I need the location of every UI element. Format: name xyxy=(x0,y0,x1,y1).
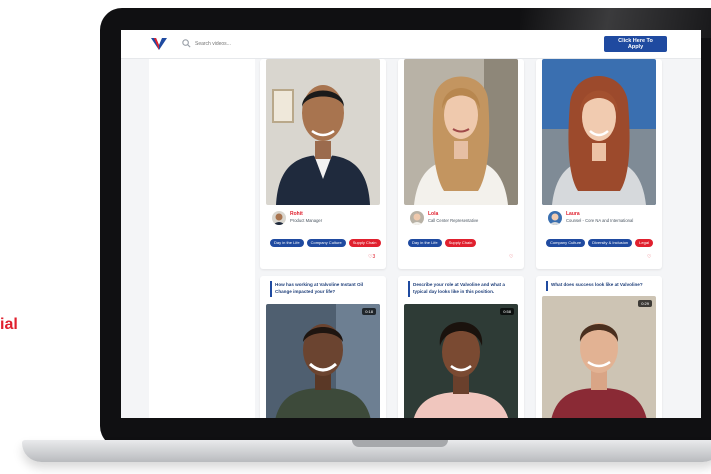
top-bar: Click Here To Apply xyxy=(121,30,701,59)
question-card[interactable]: What does success look like at Valvoline… xyxy=(536,276,662,418)
tag-list: Day in the Life Company Culture Supply C… xyxy=(270,239,381,247)
video-duration: 0:18 xyxy=(362,308,376,315)
tag-list: Company Culture Diversity & Inclusion Le… xyxy=(546,239,653,247)
question-accent xyxy=(408,281,410,297)
person-title: Product Manager xyxy=(290,218,323,223)
profile-card[interactable]: Rohit Product Manager Day in the Life Co… xyxy=(260,59,386,269)
search-input[interactable] xyxy=(195,38,315,50)
video-duration: 0:29 xyxy=(638,300,652,307)
laptop-base xyxy=(22,440,711,462)
tag[interactable]: Day in the Life xyxy=(408,239,442,247)
question-card[interactable]: Describe your role at Valvoline and what… xyxy=(398,276,524,418)
heart-icon[interactable]: ♡ xyxy=(647,254,651,260)
profile-card[interactable]: Laura Counsel - Core NA and Internationa… xyxy=(536,59,662,269)
search-icon xyxy=(182,39,191,48)
tag[interactable]: Company Culture xyxy=(546,239,586,247)
valvoline-logo[interactable] xyxy=(151,38,167,50)
tag[interactable]: Diversity & Inclusion xyxy=(588,239,633,247)
tag[interactable]: Supply Chain xyxy=(348,239,381,247)
person-title: Counsel - Core NA and International xyxy=(566,218,634,223)
question-text: What does success look like at Valvoline… xyxy=(551,282,643,287)
question-accent xyxy=(546,281,548,291)
person-name: Lola xyxy=(428,211,439,217)
tag[interactable]: Legal xyxy=(635,239,653,247)
video-thumbnail[interactable]: 0:18 xyxy=(266,304,380,418)
tag-list: Day in the Life Supply Chain xyxy=(408,239,477,247)
question-card[interactable]: How has working at Valvoline Instant Oil… xyxy=(260,276,386,418)
profile-card[interactable]: Lola Call Center Representative Day in t… xyxy=(398,59,524,269)
side-text: ial xyxy=(0,316,18,333)
like-button[interactable]: ♡3 xyxy=(368,254,375,260)
tag[interactable]: Day in the Life xyxy=(270,239,304,247)
tag[interactable]: Company Culture xyxy=(306,239,346,247)
apply-button[interactable]: Click Here To Apply xyxy=(604,36,667,52)
laptop-notch xyxy=(352,440,448,447)
question-text: Describe your role at Valvoline and what… xyxy=(413,282,505,294)
app-screen: Click Here To Apply Rohit Product Manage… xyxy=(121,30,701,418)
like-count: 3 xyxy=(372,254,376,260)
tag[interactable]: Supply Chain xyxy=(444,239,477,247)
question-accent xyxy=(270,281,272,297)
left-column xyxy=(149,59,255,418)
person-name: Rohit xyxy=(290,211,303,217)
video-thumbnail[interactable] xyxy=(266,59,380,205)
avatar xyxy=(272,211,286,225)
person-title: Call Center Representative xyxy=(428,218,479,223)
question-text: How has working at Valvoline Instant Oil… xyxy=(275,282,364,294)
video-thumbnail[interactable] xyxy=(404,59,518,205)
video-thumbnail[interactable] xyxy=(542,59,656,205)
avatar xyxy=(410,211,424,225)
person-name: Laura xyxy=(566,211,580,217)
video-duration: 0:58 xyxy=(500,308,514,315)
video-thumbnail[interactable]: 0:29 xyxy=(542,296,656,418)
video-thumbnail[interactable]: 0:58 xyxy=(404,304,518,418)
avatar xyxy=(548,211,562,225)
heart-icon[interactable]: ♡ xyxy=(509,254,513,260)
